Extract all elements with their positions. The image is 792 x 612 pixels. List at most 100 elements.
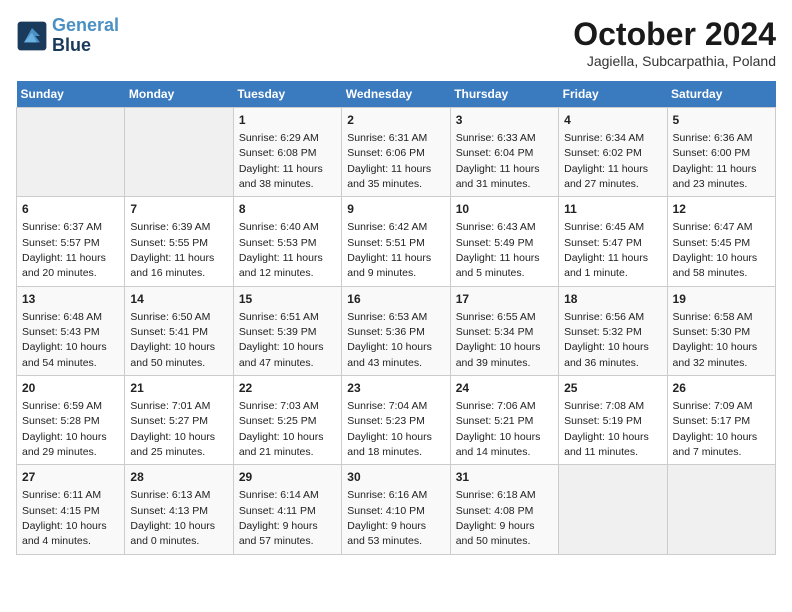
sunset-text: Sunset: 4:08 PM (456, 505, 534, 517)
daylight-text: Daylight: 11 hours and 23 minutes. (673, 163, 757, 190)
table-row: 24 Sunrise: 7:06 AM Sunset: 5:21 PM Dayl… (450, 376, 558, 465)
daylight-text: Daylight: 10 hours and 47 minutes. (239, 341, 324, 368)
day-number: 21 (130, 380, 227, 397)
day-number: 13 (22, 291, 119, 308)
day-number: 9 (347, 201, 444, 218)
day-number: 24 (456, 380, 553, 397)
sunset-text: Sunset: 5:30 PM (673, 326, 751, 338)
sunrise-text: Sunrise: 6:14 AM (239, 489, 319, 501)
daylight-text: Daylight: 11 hours and 20 minutes. (22, 252, 106, 279)
daylight-text: Daylight: 10 hours and 32 minutes. (673, 341, 758, 368)
location-subtitle: Jagiella, Subcarpathia, Poland (573, 53, 776, 69)
day-number: 2 (347, 112, 444, 129)
day-number: 23 (347, 380, 444, 397)
daylight-text: Daylight: 10 hours and 36 minutes. (564, 341, 649, 368)
table-row: 13 Sunrise: 6:48 AM Sunset: 5:43 PM Dayl… (17, 286, 125, 375)
daylight-text: Daylight: 11 hours and 1 minute. (564, 252, 648, 279)
table-row: 12 Sunrise: 6:47 AM Sunset: 5:45 PM Dayl… (667, 197, 775, 286)
sunset-text: Sunset: 6:02 PM (564, 147, 642, 159)
page-header: General Blue October 2024 Jagiella, Subc… (16, 16, 776, 69)
day-number: 19 (673, 291, 770, 308)
sunset-text: Sunset: 5:45 PM (673, 237, 751, 249)
sunset-text: Sunset: 5:27 PM (130, 415, 208, 427)
daylight-text: Daylight: 10 hours and 18 minutes. (347, 431, 432, 458)
sunset-text: Sunset: 5:43 PM (22, 326, 100, 338)
daylight-text: Daylight: 11 hours and 12 minutes. (239, 252, 323, 279)
sunset-text: Sunset: 5:47 PM (564, 237, 642, 249)
daylight-text: Daylight: 9 hours and 57 minutes. (239, 520, 318, 547)
day-number: 18 (564, 291, 661, 308)
sunset-text: Sunset: 5:41 PM (130, 326, 208, 338)
sunset-text: Sunset: 5:36 PM (347, 326, 425, 338)
daylight-text: Daylight: 10 hours and 14 minutes. (456, 431, 541, 458)
sunset-text: Sunset: 5:49 PM (456, 237, 534, 249)
table-row: 19 Sunrise: 6:58 AM Sunset: 5:30 PM Dayl… (667, 286, 775, 375)
daylight-text: Daylight: 10 hours and 29 minutes. (22, 431, 107, 458)
sunrise-text: Sunrise: 7:03 AM (239, 400, 319, 412)
table-row: 31 Sunrise: 6:18 AM Sunset: 4:08 PM Dayl… (450, 465, 558, 554)
col-thursday: Thursday (450, 81, 558, 108)
sunrise-text: Sunrise: 7:08 AM (564, 400, 644, 412)
daylight-text: Daylight: 11 hours and 38 minutes. (239, 163, 323, 190)
sunrise-text: Sunrise: 6:11 AM (22, 489, 101, 501)
sunrise-text: Sunrise: 6:56 AM (564, 311, 644, 323)
daylight-text: Daylight: 10 hours and 0 minutes. (130, 520, 215, 547)
sunset-text: Sunset: 5:57 PM (22, 237, 100, 249)
table-row (125, 108, 233, 197)
sunrise-text: Sunrise: 6:31 AM (347, 132, 427, 144)
table-row (17, 108, 125, 197)
sunset-text: Sunset: 5:25 PM (239, 415, 317, 427)
sunset-text: Sunset: 5:32 PM (564, 326, 642, 338)
calendar-week-row: 13 Sunrise: 6:48 AM Sunset: 5:43 PM Dayl… (17, 286, 776, 375)
sunset-text: Sunset: 5:17 PM (673, 415, 751, 427)
table-row: 11 Sunrise: 6:45 AM Sunset: 5:47 PM Dayl… (559, 197, 667, 286)
table-row: 14 Sunrise: 6:50 AM Sunset: 5:41 PM Dayl… (125, 286, 233, 375)
daylight-text: Daylight: 10 hours and 39 minutes. (456, 341, 541, 368)
day-number: 16 (347, 291, 444, 308)
daylight-text: Daylight: 11 hours and 16 minutes. (130, 252, 214, 279)
sunrise-text: Sunrise: 6:50 AM (130, 311, 210, 323)
col-saturday: Saturday (667, 81, 775, 108)
sunrise-text: Sunrise: 7:01 AM (130, 400, 210, 412)
sunrise-text: Sunrise: 6:48 AM (22, 311, 102, 323)
day-number: 31 (456, 469, 553, 486)
daylight-text: Daylight: 11 hours and 5 minutes. (456, 252, 540, 279)
sunrise-text: Sunrise: 6:36 AM (673, 132, 753, 144)
table-row: 22 Sunrise: 7:03 AM Sunset: 5:25 PM Dayl… (233, 376, 341, 465)
day-number: 26 (673, 380, 770, 397)
sunrise-text: Sunrise: 7:04 AM (347, 400, 427, 412)
sunset-text: Sunset: 5:28 PM (22, 415, 100, 427)
sunset-text: Sunset: 6:08 PM (239, 147, 317, 159)
sunrise-text: Sunrise: 6:45 AM (564, 221, 644, 233)
sunset-text: Sunset: 4:10 PM (347, 505, 425, 517)
calendar-week-row: 6 Sunrise: 6:37 AM Sunset: 5:57 PM Dayli… (17, 197, 776, 286)
sunrise-text: Sunrise: 6:55 AM (456, 311, 536, 323)
sunrise-text: Sunrise: 6:13 AM (130, 489, 210, 501)
calendar-week-row: 1 Sunrise: 6:29 AM Sunset: 6:08 PM Dayli… (17, 108, 776, 197)
calendar-table: Sunday Monday Tuesday Wednesday Thursday… (16, 81, 776, 555)
table-row: 7 Sunrise: 6:39 AM Sunset: 5:55 PM Dayli… (125, 197, 233, 286)
table-row (667, 465, 775, 554)
day-number: 7 (130, 201, 227, 218)
col-tuesday: Tuesday (233, 81, 341, 108)
daylight-text: Daylight: 10 hours and 25 minutes. (130, 431, 215, 458)
sunrise-text: Sunrise: 6:16 AM (347, 489, 427, 501)
sunrise-text: Sunrise: 6:53 AM (347, 311, 427, 323)
daylight-text: Daylight: 10 hours and 7 minutes. (673, 431, 758, 458)
sunrise-text: Sunrise: 6:47 AM (673, 221, 753, 233)
day-number: 12 (673, 201, 770, 218)
sunset-text: Sunset: 5:21 PM (456, 415, 534, 427)
daylight-text: Daylight: 10 hours and 58 minutes. (673, 252, 758, 279)
sunset-text: Sunset: 4:15 PM (22, 505, 100, 517)
col-wednesday: Wednesday (342, 81, 450, 108)
table-row: 20 Sunrise: 6:59 AM Sunset: 5:28 PM Dayl… (17, 376, 125, 465)
sunrise-text: Sunrise: 7:06 AM (456, 400, 536, 412)
table-row: 28 Sunrise: 6:13 AM Sunset: 4:13 PM Dayl… (125, 465, 233, 554)
table-row: 23 Sunrise: 7:04 AM Sunset: 5:23 PM Dayl… (342, 376, 450, 465)
month-title: October 2024 (573, 16, 776, 53)
table-row: 15 Sunrise: 6:51 AM Sunset: 5:39 PM Dayl… (233, 286, 341, 375)
daylight-text: Daylight: 10 hours and 54 minutes. (22, 341, 107, 368)
table-row: 5 Sunrise: 6:36 AM Sunset: 6:00 PM Dayli… (667, 108, 775, 197)
daylight-text: Daylight: 10 hours and 21 minutes. (239, 431, 324, 458)
sunset-text: Sunset: 5:34 PM (456, 326, 534, 338)
